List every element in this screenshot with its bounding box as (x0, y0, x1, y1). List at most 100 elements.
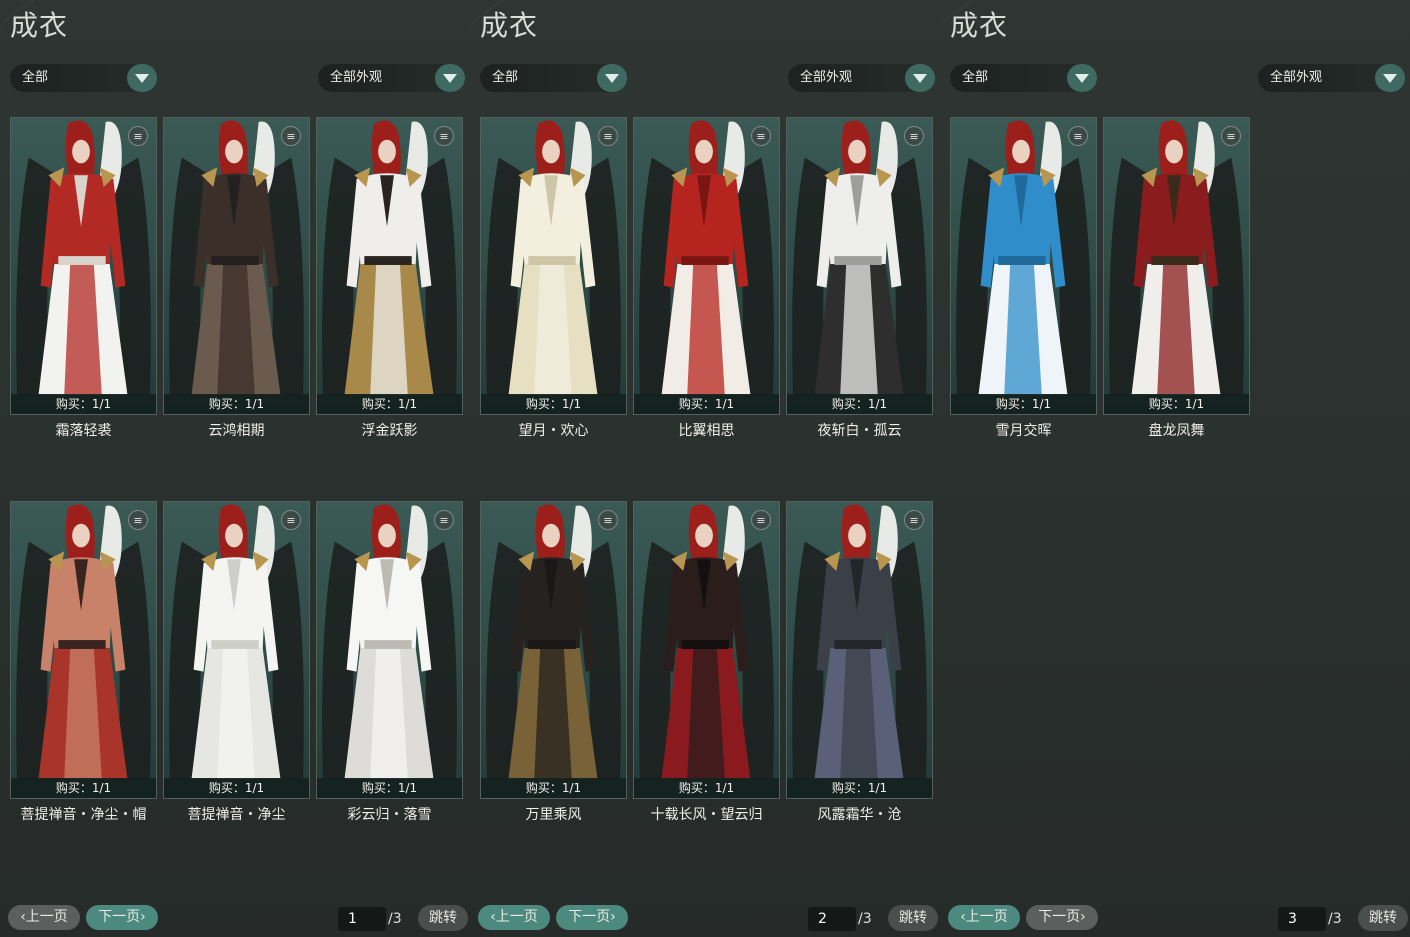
chevron-down-icon[interactable] (1375, 64, 1405, 92)
trash-icon[interactable]: ≡ (751, 510, 771, 530)
outfit-name: 比翼相思 (678, 423, 735, 439)
prev-page-button[interactable]: ‹上一页 (8, 905, 80, 930)
appearance-dropdown-value: 全部外观 (330, 70, 383, 85)
outfit-card[interactable]: ≡ 购买：1/1 (163, 501, 310, 799)
outfit-card[interactable]: ≡ 购买：1/1 (786, 117, 933, 415)
next-page-button[interactable]: 下一页› (556, 905, 628, 930)
category-dropdown[interactable]: 全部 (950, 64, 1097, 92)
appearance-dropdown-value: 全部外观 (800, 70, 853, 85)
outfit-preview-figure (486, 504, 621, 779)
purchase-limit: 购买：1/1 (481, 394, 626, 414)
chevron-down-icon[interactable] (905, 64, 935, 92)
category-dropdown-value: 全部 (492, 70, 519, 85)
trash-icon[interactable]: ≡ (281, 126, 301, 146)
outfit-card[interactable]: ≡ 购买：1/1 (316, 117, 463, 415)
outfit-card[interactable]: ≡ 购买：1/1 (10, 117, 157, 415)
prev-page-button[interactable]: ‹上一页 (948, 905, 1020, 930)
purchase-limit: 购买：1/1 (11, 394, 156, 414)
purchase-limit: 购买：1/1 (317, 778, 462, 798)
purchase-limit: 购买：1/1 (1104, 394, 1249, 414)
appearance-dropdown[interactable]: 全部外观 (788, 64, 935, 92)
page-number-input[interactable]: 3 (1278, 907, 1326, 931)
purchase-limit: 购买：1/1 (951, 394, 1096, 414)
page-total: /3 (858, 911, 872, 927)
outfit-card[interactable]: ≡ 购买：1/1 (786, 501, 933, 799)
outfit-preview-figure (486, 120, 621, 395)
outfit-preview-figure (1109, 120, 1244, 395)
outfit-preview-figure (16, 120, 151, 395)
purchase-limit: 购买：1/1 (634, 778, 779, 798)
outfit-name: 雪月交晖 (995, 423, 1052, 439)
purchase-limit: 购买：1/1 (164, 394, 309, 414)
outfit-card[interactable]: ≡ 购买：1/1 (633, 117, 780, 415)
outfit-preview-figure (169, 504, 304, 779)
purchase-limit: 购买：1/1 (787, 394, 932, 414)
chevron-down-icon[interactable] (1067, 64, 1097, 92)
outfit-card[interactable]: ≡ 购买：1/1 (633, 501, 780, 799)
chevron-down-icon[interactable] (435, 64, 465, 92)
page-number-input[interactable]: 2 (808, 907, 856, 931)
category-dropdown-value: 全部 (962, 70, 989, 85)
purchase-limit: 购买：1/1 (164, 778, 309, 798)
outfit-card[interactable]: ≡ 购买：1/1 (480, 501, 627, 799)
category-dropdown[interactable]: 全部 (480, 64, 627, 92)
outfit-card[interactable]: ≡ 购买：1/1 (10, 501, 157, 799)
outfit-name: 盘龙凤舞 (1148, 423, 1205, 439)
chevron-down-icon[interactable] (597, 64, 627, 92)
outfit-preview-figure (169, 120, 304, 395)
outfit-name: 十载长风・望云归 (650, 807, 763, 823)
trash-icon[interactable]: ≡ (904, 510, 924, 530)
outfit-panel-3: 成衣 全部 全部外观 ‹上一页 下一页› 3 /3 跳转 ≡ 购买：1/1 雪月交晖… (940, 0, 1410, 937)
trash-icon[interactable]: ≡ (1221, 126, 1241, 146)
jump-button[interactable]: 跳转 (888, 905, 938, 931)
outfit-preview-figure (16, 504, 151, 779)
trash-icon[interactable]: ≡ (598, 126, 618, 146)
outfit-card[interactable]: ≡ 购买：1/1 (316, 501, 463, 799)
outfit-preview-figure (322, 120, 457, 395)
outfit-name: 菩提禅音・净尘・帽 (20, 807, 147, 823)
outfit-panel-2: 成衣 全部 全部外观 ‹上一页 下一页› 2 /3 跳转 ≡ 购买：1/1 望月・欢… (470, 0, 940, 937)
outfit-preview-figure (639, 504, 774, 779)
outfit-name: 浮金跃影 (361, 423, 418, 439)
outfit-card[interactable]: ≡ 购买：1/1 (480, 117, 627, 415)
page-number-input[interactable]: 1 (338, 907, 386, 931)
outfit-preview-figure (792, 120, 927, 395)
outfit-name: 霜落轻裘 (55, 423, 112, 439)
outfit-card[interactable]: ≡ 购买：1/1 (1103, 117, 1250, 415)
outfit-name: 彩云归・落雪 (347, 807, 432, 823)
trash-icon[interactable]: ≡ (128, 126, 148, 146)
trash-icon[interactable]: ≡ (751, 126, 771, 146)
outfit-card[interactable]: ≡ 购买：1/1 (163, 117, 310, 415)
category-dropdown[interactable]: 全部 (10, 64, 157, 92)
next-page-button[interactable]: 下一页› (1026, 905, 1098, 930)
panel-title: 成衣 (10, 9, 69, 42)
prev-page-button[interactable]: ‹上一页 (478, 905, 550, 930)
purchase-limit: 购买：1/1 (634, 394, 779, 414)
appearance-dropdown[interactable]: 全部外观 (1258, 64, 1405, 92)
outfit-name: 万里乘风 (525, 807, 582, 823)
purchase-limit: 购买：1/1 (317, 394, 462, 414)
outfit-name: 夜斩白・孤云 (817, 423, 902, 439)
trash-icon[interactable]: ≡ (281, 510, 301, 530)
appearance-dropdown-value: 全部外观 (1270, 70, 1323, 85)
outfit-card[interactable]: ≡ 购买：1/1 (950, 117, 1097, 415)
appearance-dropdown[interactable]: 全部外观 (318, 64, 465, 92)
trash-icon[interactable]: ≡ (1068, 126, 1088, 146)
jump-button[interactable]: 跳转 (418, 905, 468, 931)
jump-button[interactable]: 跳转 (1358, 905, 1408, 931)
purchase-limit: 购买：1/1 (787, 778, 932, 798)
next-page-button[interactable]: 下一页› (86, 905, 158, 930)
category-dropdown-value: 全部 (22, 70, 49, 85)
outfit-panel-1: 成衣 全部 全部外观 ‹上一页 下一页› 1 /3 跳转 ≡ 购买：1/1 霜落轻裘… (0, 0, 470, 937)
panel-title: 成衣 (480, 9, 539, 42)
chevron-down-icon[interactable] (127, 64, 157, 92)
outfit-preview-figure (639, 120, 774, 395)
page-total: /3 (388, 911, 402, 927)
trash-icon[interactable]: ≡ (128, 510, 148, 530)
outfit-name: 菩提禅音・净尘 (187, 807, 286, 823)
trash-icon[interactable]: ≡ (434, 510, 454, 530)
trash-icon[interactable]: ≡ (434, 126, 454, 146)
trash-icon[interactable]: ≡ (904, 126, 924, 146)
outfit-preview-figure (792, 504, 927, 779)
trash-icon[interactable]: ≡ (598, 510, 618, 530)
